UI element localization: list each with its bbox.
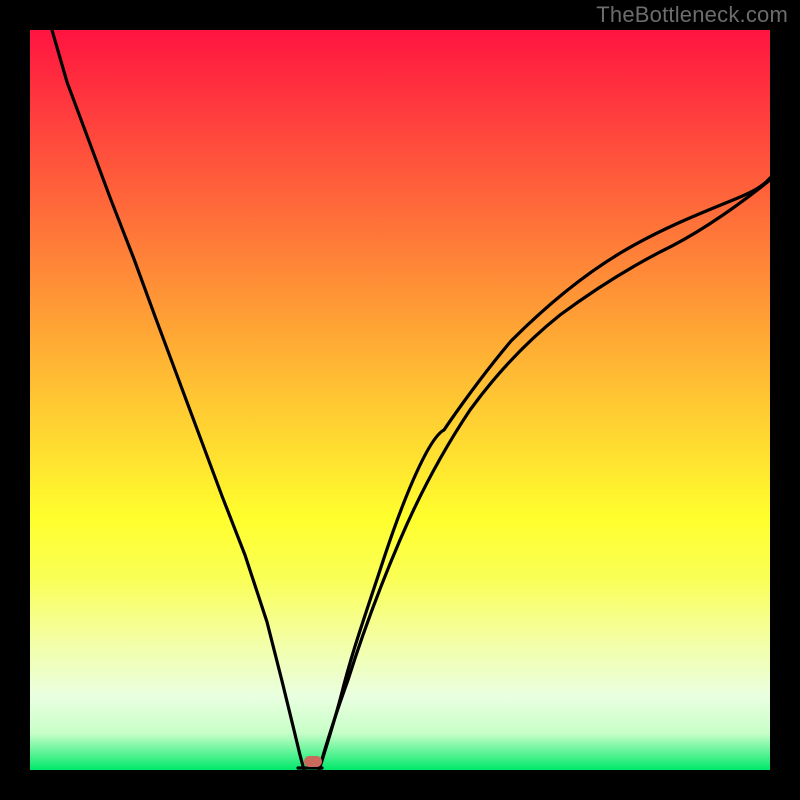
curve-left-branch xyxy=(52,30,304,770)
chart-frame: TheBottleneck.com xyxy=(0,0,800,800)
curve-right-branch xyxy=(319,178,770,770)
optimal-point-marker xyxy=(304,756,322,767)
bottleneck-curve xyxy=(30,30,770,770)
plot-area xyxy=(30,30,770,770)
curve-right-branch-smooth xyxy=(319,180,770,770)
watermark-text: TheBottleneck.com xyxy=(596,2,788,28)
